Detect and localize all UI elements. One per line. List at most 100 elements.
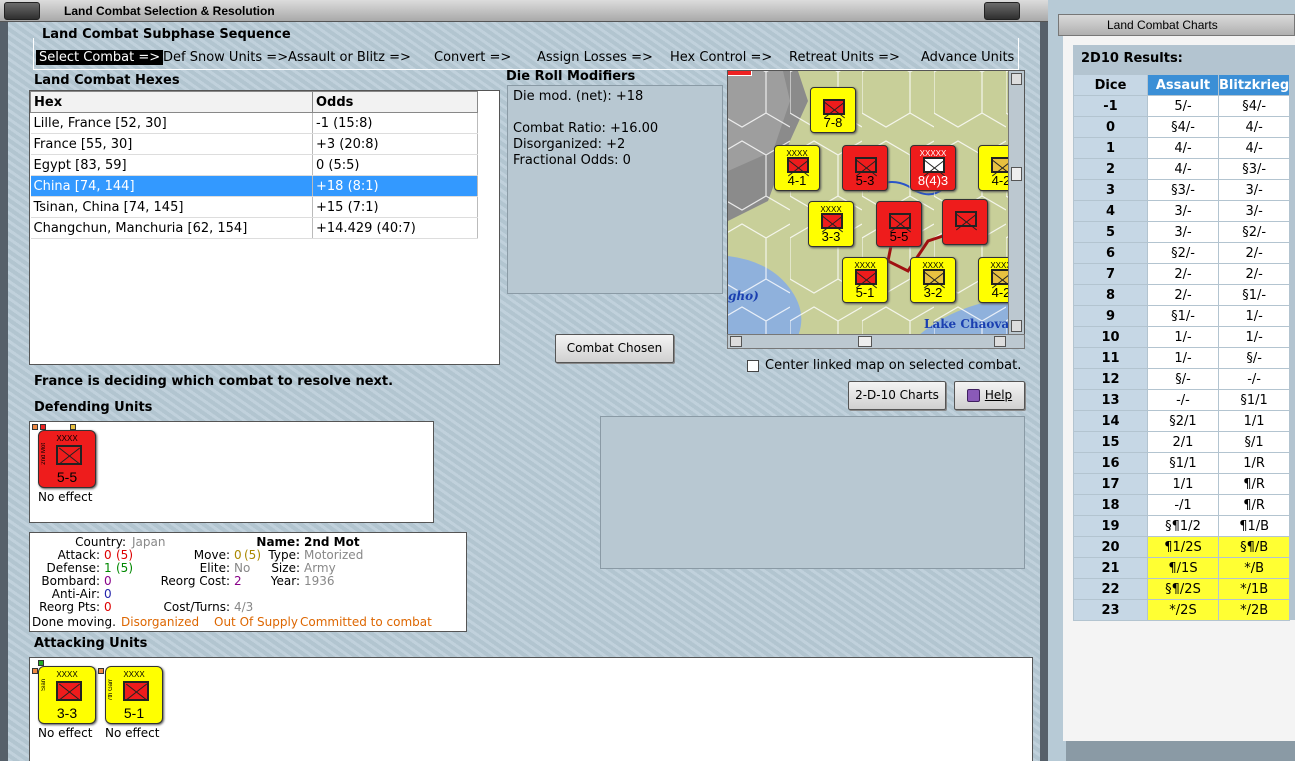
results-table: Dice Assault Blitzkrieg -1 5/- §4/- 0 §4/- 4/… xyxy=(1073,74,1291,621)
results-row: 3 §3/- 3/- xyxy=(1073,179,1291,201)
attacking-title: Attacking Units xyxy=(34,636,148,651)
dice-cell: 6 xyxy=(1073,242,1148,264)
attacking-panel: XXXX Sian 3-3 No effect XXXX 7th Garr 5-… xyxy=(29,657,1033,761)
odds-cell: -1 (15:8) xyxy=(312,112,478,134)
assault-cell: 1/- xyxy=(1147,326,1219,348)
step-select-combat: Select Combat => xyxy=(36,50,164,65)
reorg-cost-value: 2 xyxy=(234,574,242,588)
map-counter[interactable]: 5-3 xyxy=(842,145,888,191)
hex-row[interactable]: Tsinan, China [74, 145] +15 (7:1) xyxy=(30,196,478,218)
dice-cell: 8 xyxy=(1073,284,1148,306)
blitzkrieg-cell: ¶/R xyxy=(1217,494,1291,516)
blitzkrieg-cell: ¶1/B xyxy=(1217,515,1291,537)
status-committed: Committed to combat xyxy=(300,615,432,629)
scroll-up-arrow-icon[interactable] xyxy=(1011,73,1022,85)
cost-turns-value: 4/3 xyxy=(234,600,254,614)
modifier-line: Fractional Odds: 0 xyxy=(513,153,631,168)
dice-cell: 12 xyxy=(1073,368,1148,390)
blitzkrieg-cell: §/- xyxy=(1217,347,1291,369)
hex-row[interactable]: France [55, 30] +3 (20:8) xyxy=(30,133,478,155)
blitzkrieg-cell: §4/- xyxy=(1217,95,1291,117)
column-header-dice: Dice xyxy=(1073,74,1148,96)
center-map-checkbox[interactable] xyxy=(747,360,759,372)
scroll-left-arrow-icon[interactable] xyxy=(730,336,742,347)
dice-cell: 5 xyxy=(1073,221,1148,243)
dice-cell: 11 xyxy=(1073,347,1148,369)
results-row: 2 4/- §3/- xyxy=(1073,158,1291,180)
map-counter[interactable]: XXXX 3-2 xyxy=(910,257,956,303)
map-label-lake: Lake Chaova xyxy=(924,317,1010,331)
counter-size: XXXX xyxy=(123,670,145,679)
map-counter[interactable]: XXXX 4-1 xyxy=(774,145,820,191)
attacking-unit-counter[interactable]: XXXX 7th Garr 5-1 xyxy=(105,666,163,724)
help-button[interactable]: Help xyxy=(954,381,1025,410)
assault-cell: -/1 xyxy=(1147,494,1219,516)
counter-value: 4-1 xyxy=(787,173,807,188)
hex-row[interactable]: Lille, France [52, 30] -1 (15:8) xyxy=(30,112,478,134)
map-counter[interactable] xyxy=(942,199,988,245)
hex-cell: Changchun, Manchuria [62, 154] xyxy=(30,217,313,239)
dice-cell: 10 xyxy=(1073,326,1148,348)
map-counter[interactable]: 5-5 xyxy=(876,201,922,247)
assault-cell: -/- xyxy=(1147,389,1219,411)
window-title: Land Combat Selection & Resolution xyxy=(64,4,275,18)
blitzkrieg-cell: 1/1 xyxy=(1217,410,1291,432)
title-bar[interactable]: Land Combat Selection & Resolution xyxy=(0,0,1048,22)
modifier-line: Combat Ratio: +16.00 xyxy=(513,121,659,136)
map-vertical-scrollbar[interactable] xyxy=(1008,71,1024,334)
unit-symbol xyxy=(955,211,977,227)
defending-unit-counter[interactable]: XXXX 2nd Mot 5-5 xyxy=(38,430,96,488)
map-counter[interactable]: XXXXX 8(4)3 xyxy=(910,145,956,191)
map-counter[interactable]: XXXX 3-3 xyxy=(808,201,854,247)
column-header-assault: Assault xyxy=(1147,74,1219,96)
hex-row[interactable]: Changchun, Manchuria [62, 154] +14.429 (4… xyxy=(30,217,478,239)
results-row: 0 §4/- 4/- xyxy=(1073,116,1291,138)
assault-cell: 2/- xyxy=(1147,284,1219,306)
assault-cell: 3/- xyxy=(1147,221,1219,243)
defending-panel: XXXX 2nd Mot 5-5 No effect xyxy=(29,421,434,523)
scroll-right-arrow-icon[interactable] xyxy=(994,336,1006,347)
unit-symbol xyxy=(123,681,149,701)
column-header-odds[interactable]: Odds xyxy=(312,91,478,113)
attacking-unit-counter[interactable]: XXXX Sian 3-3 xyxy=(38,666,96,724)
blitzkrieg-cell: §¶/B xyxy=(1217,536,1291,558)
hex-row-selected[interactable]: China [74, 144] +18 (8:1) xyxy=(30,175,478,197)
hex-cell: Egypt [83, 59] xyxy=(30,154,313,176)
blitzkrieg-cell: 1/- xyxy=(1217,305,1291,327)
map-counter[interactable]: XXXX 5-1 xyxy=(842,257,888,303)
assault-cell: 4/- xyxy=(1147,158,1219,180)
combat-chosen-button[interactable]: Combat Chosen xyxy=(555,334,674,363)
unit-symbol xyxy=(787,157,809,173)
charts-button[interactable]: 2-D-10 Charts xyxy=(848,381,946,410)
counter-name: Sian xyxy=(41,679,47,692)
blitzkrieg-cell: 1/- xyxy=(1217,326,1291,348)
results-row: 6 §2/- 2/- xyxy=(1073,242,1291,264)
unit-info-panel: Country: Japan Attack: 0 (5) Defense: 1 … xyxy=(29,532,467,632)
hex-row[interactable]: Egypt [83, 59] 0 (5:5) xyxy=(30,154,478,176)
dice-cell: 2 xyxy=(1073,158,1148,180)
minimize-button[interactable] xyxy=(984,2,1020,20)
results-row: 17 1/1 ¶/R xyxy=(1073,473,1291,495)
column-header-hex[interactable]: Hex xyxy=(30,91,313,113)
results-row: 13 -/- §1/1 xyxy=(1073,389,1291,411)
scroll-thumb[interactable] xyxy=(858,336,872,347)
window-menu-button[interactable] xyxy=(4,2,40,20)
hex-cell: France [55, 30] xyxy=(30,133,313,155)
hexes-list[interactable]: Hex Odds Lille, France [52, 30] -1 (15:8)… xyxy=(29,90,500,365)
reorg-pts-value: 0 xyxy=(104,600,112,614)
linked-map[interactable]: gho) Lake Chaova 7-8 XXXX 4-1 5-3 XXXXX 8(… xyxy=(727,70,1025,335)
unit-symbol xyxy=(56,681,82,701)
results-row: 18 -/1 ¶/R xyxy=(1073,494,1291,516)
attacking-result: No effect xyxy=(38,726,93,740)
map-counter[interactable]: 7-8 xyxy=(810,87,856,133)
help-button-label: Help xyxy=(984,388,1013,402)
scroll-down-arrow-icon[interactable] xyxy=(1011,320,1022,332)
dice-cell: 14 xyxy=(1073,410,1148,432)
charts-title-bar[interactable]: Land Combat Charts xyxy=(1058,14,1295,36)
unit-symbol xyxy=(889,213,911,229)
results-panel: 2D10 Results: Dice Assault Blitzkrieg -1… xyxy=(1073,45,1295,621)
results-row: 19 §¶1/2 ¶1/B xyxy=(1073,515,1291,537)
map-horizontal-scrollbar[interactable] xyxy=(727,334,1025,349)
scroll-thumb[interactable] xyxy=(1011,167,1022,181)
results-row: 20 ¶1/2S §¶/B xyxy=(1073,536,1291,558)
